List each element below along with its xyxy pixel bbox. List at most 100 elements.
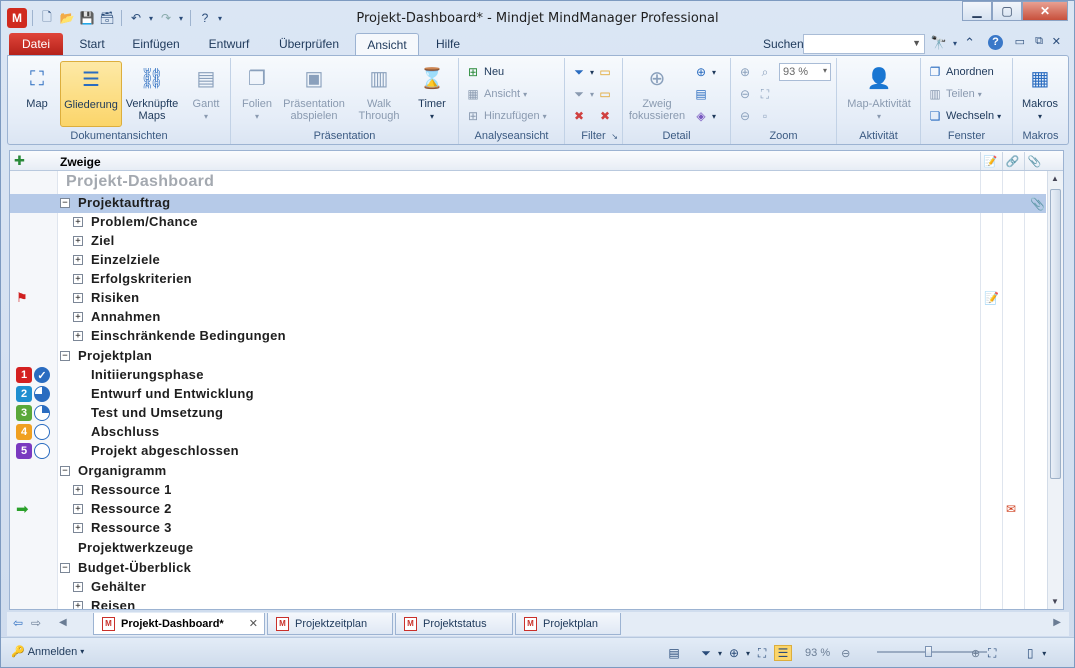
tab-datei[interactable]: Datei xyxy=(9,33,63,55)
notes-column-icon[interactable]: 📝 xyxy=(980,152,1000,170)
expand-icon[interactable]: + xyxy=(73,293,83,303)
scroll-down-icon[interactable]: ▼ xyxy=(1051,597,1059,606)
chevron-down-icon[interactable]: ▾ xyxy=(953,39,957,48)
filter-topics-button[interactable]: ▭ xyxy=(597,63,613,81)
show-level-button[interactable]: ⊕ ▾ xyxy=(693,63,716,81)
collapse-icon[interactable]: − xyxy=(60,563,70,573)
outline-row[interactable]: ➡ + Ressource 2 ✉ xyxy=(10,500,1046,519)
outline-row[interactable]: + Erfolgskriterien xyxy=(10,270,1046,289)
doc-tab-projekt-dashboard[interactable]: M Projekt-Dashboard* ✕ xyxy=(93,613,265,635)
doc-tab-projektplan[interactable]: M Projektplan xyxy=(515,613,621,635)
gantt-button[interactable]: ▤ Gantt ▾ xyxy=(184,61,228,123)
tab-einfuegen[interactable]: Einfügen xyxy=(125,33,187,55)
outline-row[interactable]: + Einschränkende Bedingungen xyxy=(10,327,1046,346)
analysis-add-button[interactable]: ⊞ Hinzufügen ▾ xyxy=(465,107,547,125)
expand-icon[interactable]: + xyxy=(73,485,83,495)
outline-row[interactable]: + Ressource 3 xyxy=(10,519,1046,538)
expand-icon[interactable]: + xyxy=(73,236,83,246)
linked-maps-button[interactable]: ⛓ Verknüpfte Maps xyxy=(124,61,180,122)
zoom-in-button[interactable]: ⊕ xyxy=(737,63,753,81)
vertical-scrollbar[interactable]: ▲ ▼ xyxy=(1047,171,1063,609)
zoom-slider-knob[interactable] xyxy=(925,646,932,657)
expand-icon[interactable]: + xyxy=(73,523,83,533)
slides-button[interactable]: ❐ Folien ▾ xyxy=(235,61,279,123)
nav-back-icon[interactable]: ⇦ xyxy=(13,616,23,630)
filter-clear-button[interactable]: ✖ xyxy=(597,107,613,125)
map-activity-button[interactable]: 👤 Map-Aktivität ▾ xyxy=(841,61,917,123)
chevron-down-icon[interactable]: ▾ xyxy=(823,66,827,75)
doc-restore-icon[interactable]: ⧉ xyxy=(1035,35,1043,48)
outline-row[interactable]: 1 ✓ Initiierungsphase xyxy=(10,366,1046,385)
attachment-icon[interactable]: 📎 xyxy=(1030,197,1045,211)
add-topic-icon[interactable]: ✚ xyxy=(14,153,25,169)
zoom-out-icon[interactable]: ⊖ xyxy=(841,647,850,660)
outline-row[interactable]: + Problem/Chance xyxy=(10,213,1046,232)
fit-map-icon[interactable]: ⛶ xyxy=(983,645,1001,661)
login-button[interactable]: 🔑 Anmelden ▾ xyxy=(11,645,84,659)
switch-window-button[interactable]: ❏ Wechseln ▾ xyxy=(927,107,1002,125)
filter-hide-button[interactable]: ▭ xyxy=(597,85,613,103)
doc-close-icon[interactable]: ✕ xyxy=(1052,35,1061,48)
scroll-up-icon[interactable]: ▲ xyxy=(1051,174,1059,183)
filter-button[interactable]: ⏷ ▾ xyxy=(571,63,594,81)
zoom-page-button[interactable]: ▫ xyxy=(757,107,773,125)
collapse-icon[interactable]: − xyxy=(60,466,70,476)
zoom-out-button[interactable]: ⊖ xyxy=(737,85,753,103)
macros-button[interactable]: ▦ Makros ▾ xyxy=(1015,61,1065,123)
filter-remove-button[interactable]: ✖ xyxy=(571,107,587,125)
expand-icon[interactable]: + xyxy=(73,255,83,265)
map-view-button[interactable]: ⛶ Map xyxy=(12,61,62,110)
show-level-icon[interactable]: ⊕ xyxy=(725,645,743,661)
expand-icon[interactable]: + xyxy=(73,274,83,284)
email-link-icon[interactable]: ✉ xyxy=(1006,502,1016,516)
help-circle-icon[interactable]: ? xyxy=(988,35,1003,50)
fit-map-button[interactable]: ⛶ xyxy=(757,85,773,103)
attachment-column-icon[interactable]: 📎 xyxy=(1024,152,1044,170)
tab-hilfe[interactable]: Hilfe xyxy=(425,33,471,55)
expand-icon[interactable]: + xyxy=(73,217,83,227)
outline-row[interactable]: + Gehälter xyxy=(10,578,1046,597)
new-analysis-button[interactable]: ⊞ Neu xyxy=(465,63,504,81)
detail-layout-button[interactable]: ▤ xyxy=(693,85,709,103)
map-view-icon[interactable]: ⛶ xyxy=(753,645,771,661)
chevron-down-icon[interactable]: ▾ xyxy=(718,649,722,658)
walk-through-button[interactable]: ▥ Walk Through xyxy=(353,61,405,122)
tab-scroll-right-icon[interactable]: ▶ xyxy=(1053,617,1061,628)
timer-button[interactable]: ⌛ Timer ▾ xyxy=(409,61,455,123)
doc-tab-projektzeitplan[interactable]: M Projektzeitplan xyxy=(267,613,393,635)
binoculars-icon[interactable]: 🔭 xyxy=(931,35,947,51)
filter-show-button[interactable]: ⏷ ▾ xyxy=(571,85,594,103)
outline-view-icon[interactable]: ☰ xyxy=(774,645,793,661)
task-pane-icon[interactable]: ▤ xyxy=(665,645,683,661)
zoom-in-icon[interactable]: ⊕ xyxy=(971,647,980,660)
doc-tab-projektstatus[interactable]: M Projektstatus xyxy=(395,613,513,635)
dialog-launcher-icon[interactable]: ↘ xyxy=(611,132,618,141)
zoom-level-input[interactable]: 93 % ▾ xyxy=(779,63,831,81)
tab-start[interactable]: Start xyxy=(71,33,113,55)
outline-row[interactable]: + Ressource 1 xyxy=(10,481,1046,500)
funnel-icon[interactable]: ⏷ xyxy=(697,645,715,661)
outline-row[interactable]: − Organigramm xyxy=(10,462,1046,481)
outline-row[interactable]: 4 Abschluss xyxy=(10,423,1046,442)
expand-icon[interactable]: + xyxy=(73,582,83,592)
note-icon[interactable]: 📝 xyxy=(984,291,999,305)
play-presentation-button[interactable]: ▣ Präsentation abspielen xyxy=(279,61,349,122)
collapse-icon[interactable]: − xyxy=(60,198,70,208)
minimize-button[interactable]: ▁ xyxy=(962,1,992,21)
close-button[interactable]: ✕ xyxy=(1022,1,1068,21)
outline-row[interactable]: 3 Test und Umsetzung xyxy=(10,404,1046,423)
chevron-down-icon[interactable]: ▾ xyxy=(1042,649,1046,658)
zoom-width-button[interactable]: ⊖ xyxy=(737,107,753,125)
outline-row[interactable]: Projektwerkzeuge xyxy=(10,539,1046,558)
link-column-icon[interactable]: 🔗 xyxy=(1002,152,1022,170)
scrollbar-thumb[interactable] xyxy=(1050,189,1061,479)
outline-row[interactable]: 5 Projekt abgeschlossen xyxy=(10,442,1046,461)
split-button[interactable]: ▥ Teilen ▾ xyxy=(927,85,981,103)
tab-ansicht[interactable]: Ansicht xyxy=(355,33,419,55)
outline-row[interactable]: − Budget-Überblick xyxy=(10,559,1046,578)
expand-icon[interactable]: + xyxy=(73,312,83,322)
expand-icon[interactable]: + xyxy=(73,331,83,341)
expand-icon[interactable]: + xyxy=(73,504,83,514)
chevron-down-icon[interactable]: ▾ xyxy=(746,649,750,658)
outline-row[interactable]: + Ziel xyxy=(10,232,1046,251)
